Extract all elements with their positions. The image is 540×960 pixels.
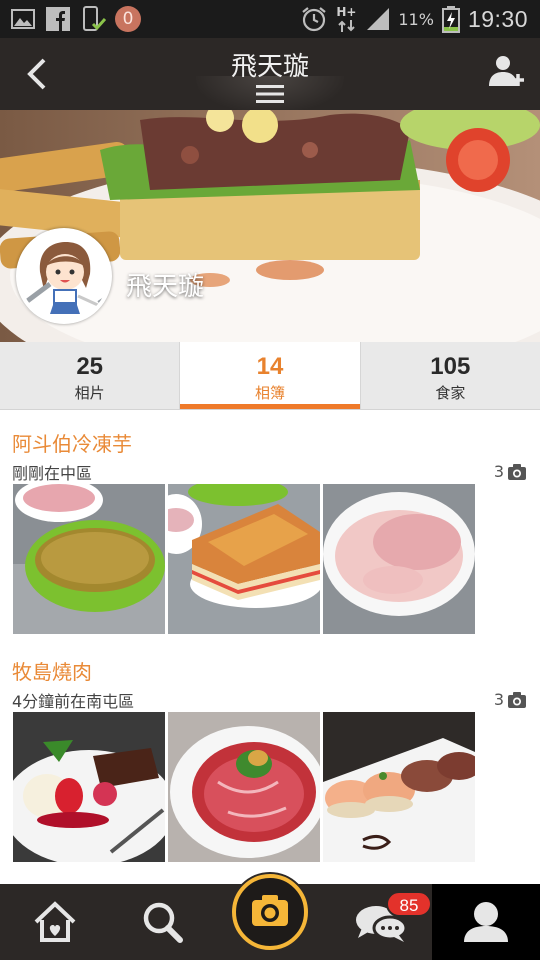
tab-foodies-count: 105: [430, 353, 471, 380]
tab-foodies[interactable]: 105 食家: [361, 342, 540, 409]
notification-count-badge: 0: [115, 6, 141, 32]
album-title[interactable]: 牧島燒肉: [12, 656, 92, 685]
album-photo[interactable]: [323, 484, 475, 634]
profile-tabs: 25 相片 14 相簿 105 食家: [0, 342, 540, 410]
album-card[interactable]: 牧島燒肉 4分鐘前在南屯區 3: [0, 656, 540, 868]
album-photos: [13, 712, 475, 862]
album-photo-count-value: 3: [493, 690, 504, 709]
battery-percent: 11%: [398, 9, 434, 29]
top-bar: 飛天璇: [0, 38, 540, 112]
gallery-icon: [11, 9, 35, 29]
status-bar-right: H+ 11% 19:30: [300, 4, 528, 34]
home-icon: [34, 901, 76, 942]
tab-albums-label: 相簿: [254, 384, 285, 402]
avatar[interactable]: [16, 228, 112, 324]
tab-photos-label: 相片: [74, 384, 105, 402]
album-photos: [13, 484, 475, 634]
status-bar-left: 0: [10, 5, 141, 33]
nav-search[interactable]: [138, 884, 188, 960]
facebook-icon: [46, 7, 70, 31]
album-photo-count: 3: [494, 690, 526, 709]
menu-icon[interactable]: [256, 84, 284, 104]
page-title: 飛天璇: [230, 52, 309, 82]
tab-foodies-label: 食家: [435, 384, 466, 402]
album-photo-count: 3: [494, 462, 526, 481]
album-photo[interactable]: [168, 712, 320, 862]
album-photo[interactable]: [13, 712, 165, 862]
search-icon: [143, 902, 183, 943]
camera-small-icon: [508, 463, 526, 480]
camera-icon: [232, 874, 308, 950]
profile-cover-photo: 飛天璇: [0, 110, 540, 342]
chat-unread-badge: 85: [386, 891, 432, 917]
clock: 19:30: [467, 5, 528, 32]
data-arrows-icon: [338, 20, 356, 32]
avatar-illustration: [20, 232, 108, 320]
album-title[interactable]: 阿斗伯冷凍芋: [12, 428, 132, 457]
tab-albums[interactable]: 14 相簿: [180, 342, 361, 409]
album-subtitle: 剛剛在中區: [12, 464, 93, 483]
phone-check-icon: [83, 6, 106, 31]
album-photo[interactable]: [13, 484, 165, 634]
nav-home[interactable]: [30, 884, 80, 960]
album-photo[interactable]: [168, 484, 320, 634]
tab-albums-count: 14: [256, 353, 284, 380]
network-indicator: H+: [336, 5, 358, 33]
album-photo-count-value: 3: [493, 462, 504, 481]
album-photo[interactable]: [323, 712, 475, 862]
album-card[interactable]: 阿斗伯冷凍芋 剛剛在中區 3: [0, 428, 540, 640]
alarm-icon: [302, 7, 327, 32]
signal-icon: [367, 8, 390, 30]
nav-camera[interactable]: [230, 872, 310, 952]
battery-charging-icon: [441, 6, 460, 33]
network-type-label: H+: [336, 5, 357, 19]
status-bar: 0 H+ 11% 19:30: [0, 0, 540, 38]
tab-photos[interactable]: 25 相片: [0, 342, 181, 409]
album-subtitle: 4分鐘前在南屯區: [12, 692, 135, 711]
profile-icon: [464, 902, 508, 942]
bottom-nav: [0, 872, 540, 960]
camera-small-icon: [508, 691, 526, 708]
nav-profile[interactable]: [432, 884, 540, 960]
tab-photos-count: 25: [76, 353, 104, 380]
profile-name: 飛天璇: [126, 272, 205, 302]
add-user-icon[interactable]: [486, 52, 526, 92]
